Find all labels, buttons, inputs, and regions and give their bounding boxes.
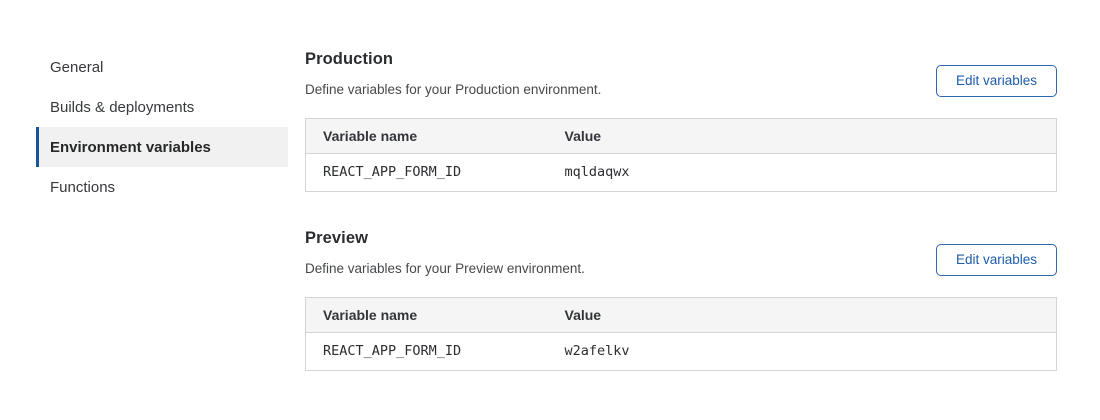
sidebar-item-builds-deployments[interactable]: Builds & deployments (36, 87, 288, 127)
preview-edit-variables-button[interactable]: Edit variables (936, 244, 1057, 276)
table-header-row: Variable name Value (306, 298, 1057, 333)
table-row: REACT_APP_FORM_ID mqldaqwx (306, 154, 1057, 192)
variable-value-cell: mqldaqwx (548, 154, 1057, 192)
main-content: Production Define variables for your Pro… (305, 0, 1057, 371)
preview-section: Preview Define variables for your Previe… (305, 192, 1057, 371)
production-edit-variables-button[interactable]: Edit variables (936, 65, 1057, 97)
sidebar-item-environment-variables[interactable]: Environment variables (36, 127, 288, 167)
sidebar-item-functions[interactable]: Functions (36, 167, 288, 207)
variable-name-cell: REACT_APP_FORM_ID (306, 333, 548, 371)
preview-variables-table: Variable name Value REACT_APP_FORM_ID w2… (305, 297, 1057, 371)
column-header-variable-name: Variable name (306, 298, 548, 333)
settings-sidebar: General Builds & deployments Environment… (36, 47, 288, 207)
environment-variables-settings-page: General Builds & deployments Environment… (0, 0, 1100, 420)
table-row: REACT_APP_FORM_ID w2afelkv (306, 333, 1057, 371)
column-header-value: Value (548, 119, 1057, 154)
table-header-row: Variable name Value (306, 119, 1057, 154)
production-variables-table: Variable name Value REACT_APP_FORM_ID mq… (305, 118, 1057, 192)
column-header-variable-name: Variable name (306, 119, 548, 154)
variable-name-cell: REACT_APP_FORM_ID (306, 154, 548, 192)
sidebar-item-general[interactable]: General (36, 47, 288, 87)
variable-value-cell: w2afelkv (548, 333, 1057, 371)
production-section: Production Define variables for your Pro… (305, 0, 1057, 192)
column-header-value: Value (548, 298, 1057, 333)
